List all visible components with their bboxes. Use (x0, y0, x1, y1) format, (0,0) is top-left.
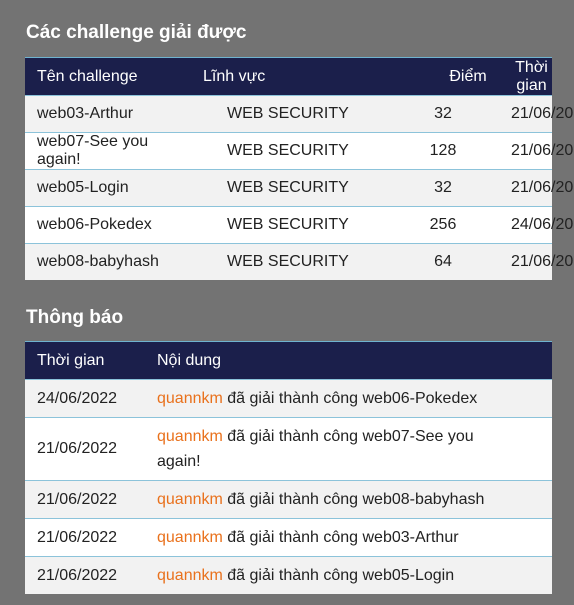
column-header-time: Thời gian (511, 57, 552, 96)
column-header-time: Thời gian (25, 341, 157, 380)
column-header-points: Điểm (375, 57, 511, 96)
notice-message: đã giải thành công web05-Login (227, 567, 455, 584)
time-cell: 21/06/2022 (511, 95, 574, 133)
notice-time-cell: 24/06/2022 (25, 379, 157, 418)
column-header-category: Lĩnh vực (191, 57, 375, 96)
challenge-name-cell: web06-Pokedex (25, 206, 191, 244)
notice-content-cell: quannkm đã giải thành công web03-Arthur (157, 518, 552, 557)
table-row: web07-See you again! WEB SECURITY 128 21… (25, 132, 574, 170)
solved-challenges-title: Các challenge giải được (26, 22, 247, 43)
time-cell: 21/06/2022 (511, 169, 574, 207)
solved-table-header-row: Tên challenge Lĩnh vực Điểm Thời gian (25, 57, 552, 96)
username-link[interactable]: quannkm (157, 529, 223, 546)
table-row: 21/06/2022 quannkm đã giải thành công we… (25, 556, 552, 594)
table-row: 21/06/2022 quannkm đã giải thành công we… (25, 417, 552, 481)
challenge-name-cell: web07-See you again! (25, 132, 191, 170)
time-cell: 21/06/2022 (511, 243, 574, 280)
table-row: web06-Pokedex WEB SECURITY 256 24/06/202… (25, 206, 574, 244)
points-cell: 32 (375, 95, 511, 133)
category-cell: WEB SECURITY (191, 95, 375, 133)
username-link[interactable]: quannkm (157, 390, 223, 407)
points-cell: 32 (375, 169, 511, 207)
category-cell: WEB SECURITY (191, 132, 375, 170)
category-cell: WEB SECURITY (191, 206, 375, 244)
username-link[interactable]: quannkm (157, 491, 223, 508)
table-row: 21/06/2022 quannkm đã giải thành công we… (25, 480, 552, 519)
challenge-name-cell: web03-Arthur (25, 95, 191, 133)
notice-content-cell: quannkm đã giải thành công web05-Login (157, 556, 552, 594)
column-header-challenge-name: Tên challenge (25, 57, 191, 96)
points-cell: 128 (375, 132, 511, 170)
username-link[interactable]: quannkm (157, 567, 223, 584)
table-row: web08-babyhash WEB SECURITY 64 21/06/202… (25, 243, 574, 280)
table-row: 24/06/2022 quannkm đã giải thành công we… (25, 379, 552, 418)
category-cell: WEB SECURITY (191, 243, 375, 280)
time-cell: 24/06/2022 (511, 206, 574, 244)
notice-time-cell: 21/06/2022 (25, 417, 157, 481)
notice-message: đã giải thành công web08-babyhash (227, 491, 485, 508)
table-row: 21/06/2022 quannkm đã giải thành công we… (25, 518, 552, 557)
notice-time-cell: 21/06/2022 (25, 556, 157, 594)
points-cell: 256 (375, 206, 511, 244)
notifications-table-header-row: Thời gian Nội dung (25, 341, 552, 380)
challenge-name-cell: web08-babyhash (25, 243, 191, 280)
username-link[interactable]: quannkm (157, 428, 223, 445)
notice-content-cell: quannkm đã giải thành công web06-Pokedex (157, 379, 552, 418)
notifications-title: Thông báo (26, 307, 124, 328)
solved-challenges-table: Tên challenge Lĩnh vực Điểm Thời gian we… (25, 57, 574, 280)
table-row: web05-Login WEB SECURITY 32 21/06/2022 (25, 169, 574, 207)
points-cell: 64 (375, 243, 511, 280)
notice-content-cell: quannkm đã giải thành công web07-See you… (157, 417, 552, 481)
notice-message: đã giải thành công web03-Arthur (227, 529, 459, 546)
column-header-content: Nội dung (157, 341, 552, 380)
notice-content-cell: quannkm đã giải thành công web08-babyhas… (157, 480, 552, 519)
notice-message: đã giải thành công web06-Pokedex (227, 390, 478, 407)
time-cell: 21/06/2022 (511, 132, 574, 170)
table-row: web03-Arthur WEB SECURITY 32 21/06/2022 (25, 95, 574, 133)
challenge-name-cell: web05-Login (25, 169, 191, 207)
notice-time-cell: 21/06/2022 (25, 480, 157, 519)
notice-time-cell: 21/06/2022 (25, 518, 157, 557)
notifications-table: Thời gian Nội dung 24/06/2022 quannkm đã… (25, 341, 552, 594)
category-cell: WEB SECURITY (191, 169, 375, 207)
